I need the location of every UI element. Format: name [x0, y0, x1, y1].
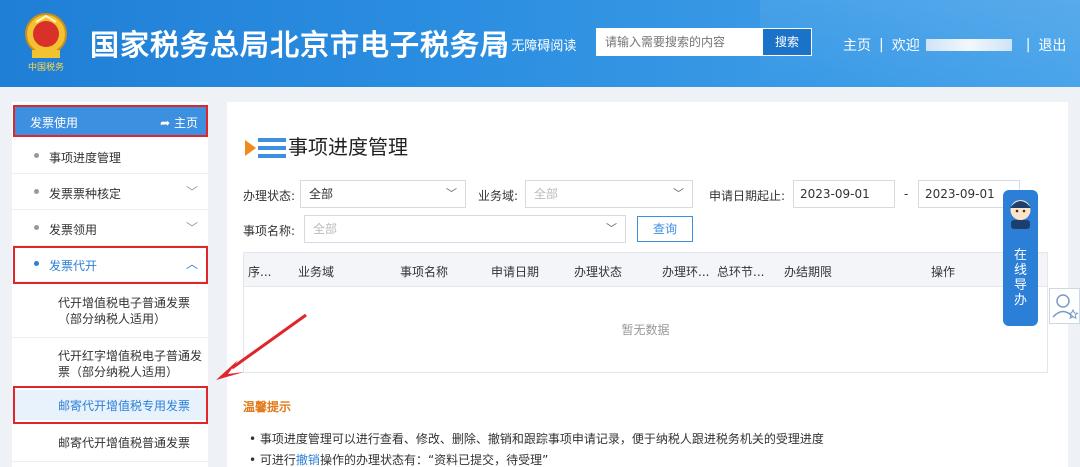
- table-header: 序... 业务域 事项名称 申请日期 办理状态 办理环... 总环节... 办结…: [244, 253, 1047, 287]
- guide-char: 线: [1013, 263, 1027, 278]
- bullet-icon: [34, 153, 39, 158]
- revoke-link[interactable]: 撤销: [296, 453, 320, 467]
- home-link[interactable]: 主页: [843, 35, 871, 55]
- online-guide-label: 在 线 导 办: [1003, 248, 1038, 308]
- column-header[interactable]: 办结期限: [784, 263, 832, 280]
- bullet-icon: [34, 189, 39, 194]
- online-guide-button[interactable]: 在 线 导 办: [1003, 190, 1038, 326]
- domain-placeholder: 全部: [534, 187, 559, 201]
- column-header[interactable]: 办理环...: [662, 263, 709, 280]
- accessible-reading-link[interactable]: ◎ 无障碍阅读: [496, 35, 576, 54]
- annotation-box-invoice-issue: [13, 246, 208, 284]
- sidebar-subitem-label: 邮寄代开增值税普通发票: [58, 436, 191, 450]
- sidebar-subitem-mail-general[interactable]: 邮寄代开增值税普通发票: [12, 426, 208, 462]
- user-service-button[interactable]: [1049, 288, 1080, 324]
- tip-line: • 可进行撤销操作的办理状态有：“资料已提交，待受理”: [249, 453, 549, 467]
- page-title: 事项进度管理: [288, 135, 408, 159]
- search-button[interactable]: 搜索: [762, 28, 812, 56]
- emblem-text: 中国税务: [28, 61, 64, 73]
- site-header: 中国税务 国家税务总局北京市电子税务局 ◎ 无障碍阅读 搜索 主页 | 欢迎 |…: [0, 0, 1080, 87]
- main-panel: 事项进度管理 办理状态: 全部 ﹀ 业务域: 全部 ﹀ 申请日期起止: 2023…: [227, 102, 1068, 467]
- annotation-box-sidebar-head: [13, 105, 208, 137]
- sidebar-item-invoice-type[interactable]: 发票票种核定 ﹀: [12, 174, 208, 210]
- annotation-box-mail-special: [13, 386, 208, 424]
- chevron-down-icon: ﹀: [185, 185, 198, 199]
- item-name-placeholder: 全部: [313, 222, 338, 236]
- sidebar-item-progress[interactable]: 事项进度管理: [12, 138, 208, 174]
- assistant-avatar-icon: [1010, 200, 1031, 229]
- sidebar-subitem-electronic-general[interactable]: 代开增值税电子普通发票（部分纳税人适用）: [12, 282, 208, 338]
- column-header[interactable]: 事项名称: [400, 263, 448, 280]
- chevron-down-icon: ﹀: [185, 221, 198, 235]
- date-start-input[interactable]: 2023-09-01: [793, 180, 895, 208]
- site-title: 国家税务总局北京市电子税务局: [90, 28, 511, 62]
- query-button[interactable]: 查询: [637, 216, 693, 242]
- domain-select[interactable]: 全部 ﹀: [525, 180, 693, 208]
- column-header[interactable]: 办理状态: [574, 263, 622, 280]
- title-list-icon: [245, 138, 286, 158]
- guide-char: 导: [1013, 278, 1027, 293]
- sidebar-item-label: 事项进度管理: [49, 151, 122, 165]
- chevron-down-icon: ﹀: [673, 187, 684, 200]
- sidebar-item-label: 发票票种核定: [49, 187, 122, 201]
- status-label: 办理状态:: [243, 189, 296, 203]
- status-value: 全部: [309, 187, 334, 201]
- bullet-icon: [34, 225, 39, 230]
- tip-text: 可进行: [259, 453, 296, 467]
- tax-emblem-icon: 中国税务: [25, 13, 67, 73]
- progress-table: 序... 业务域 事项名称 申请日期 办理状态 办理环... 总环节... 办结…: [243, 252, 1048, 373]
- sidebar-subitem-label: 代开红字增值税电子普通发票（部分纳税人适用）: [58, 349, 203, 379]
- user-star-icon: [1052, 294, 1079, 320]
- column-header[interactable]: 总环节...: [717, 263, 764, 280]
- column-header[interactable]: 序...: [248, 263, 271, 280]
- column-header[interactable]: 操作: [931, 263, 955, 280]
- search-input[interactable]: [596, 28, 762, 56]
- top-nav: 主页 | 欢迎 | 退出: [843, 35, 1066, 55]
- tips-title: 温馨提示: [243, 400, 292, 414]
- column-header[interactable]: 业务域: [298, 263, 334, 280]
- item-name-label: 事项名称:: [243, 224, 296, 238]
- accessible-reading-label: 无障碍阅读: [511, 39, 577, 54]
- logout-link[interactable]: 退出: [1038, 35, 1066, 55]
- eye-icon: ◎: [496, 37, 508, 52]
- sidebar-subitem-label: 代开增值税电子普通发票（部分纳税人适用）: [58, 296, 191, 326]
- tip-text: 操作的办理状态有：“资料已提交，待受理”: [319, 453, 549, 467]
- date-range-label: 申请日期起止:: [709, 189, 786, 203]
- welcome-text: 欢迎: [891, 38, 920, 54]
- date-separator: -: [904, 187, 909, 201]
- guide-char: 在: [1013, 248, 1027, 263]
- nav-divider: |: [879, 37, 884, 53]
- tip-text: 事项进度管理可以进行查看、修改、删除、撤销和跟踪事项申请记录，便于纳税人跟进税务…: [259, 432, 824, 446]
- empty-state-text: 暂无数据: [621, 323, 670, 337]
- chevron-down-icon: ﹀: [446, 187, 457, 200]
- column-header[interactable]: 申请日期: [491, 263, 539, 280]
- chevron-down-icon: ﹀: [606, 222, 617, 235]
- tip-line: • 事项进度管理可以进行查看、修改、删除、撤销和跟踪事项申请记录，便于纳税人跟进…: [249, 432, 824, 446]
- domain-label: 业务域:: [478, 189, 519, 203]
- sidebar-item-invoice-collect[interactable]: 发票领用 ﹀: [12, 210, 208, 246]
- status-select[interactable]: 全部 ﹀: [300, 180, 466, 208]
- guide-char: 办: [1013, 293, 1027, 308]
- item-name-select[interactable]: 全部 ﹀: [304, 215, 626, 243]
- nav-divider: |: [1025, 37, 1031, 53]
- masked-username: [925, 39, 1012, 51]
- sidebar-item-label: 发票领用: [49, 223, 98, 237]
- sidebar-subitem-red-electronic[interactable]: 代开红字增值税电子普通发票（部分纳税人适用）: [12, 338, 208, 388]
